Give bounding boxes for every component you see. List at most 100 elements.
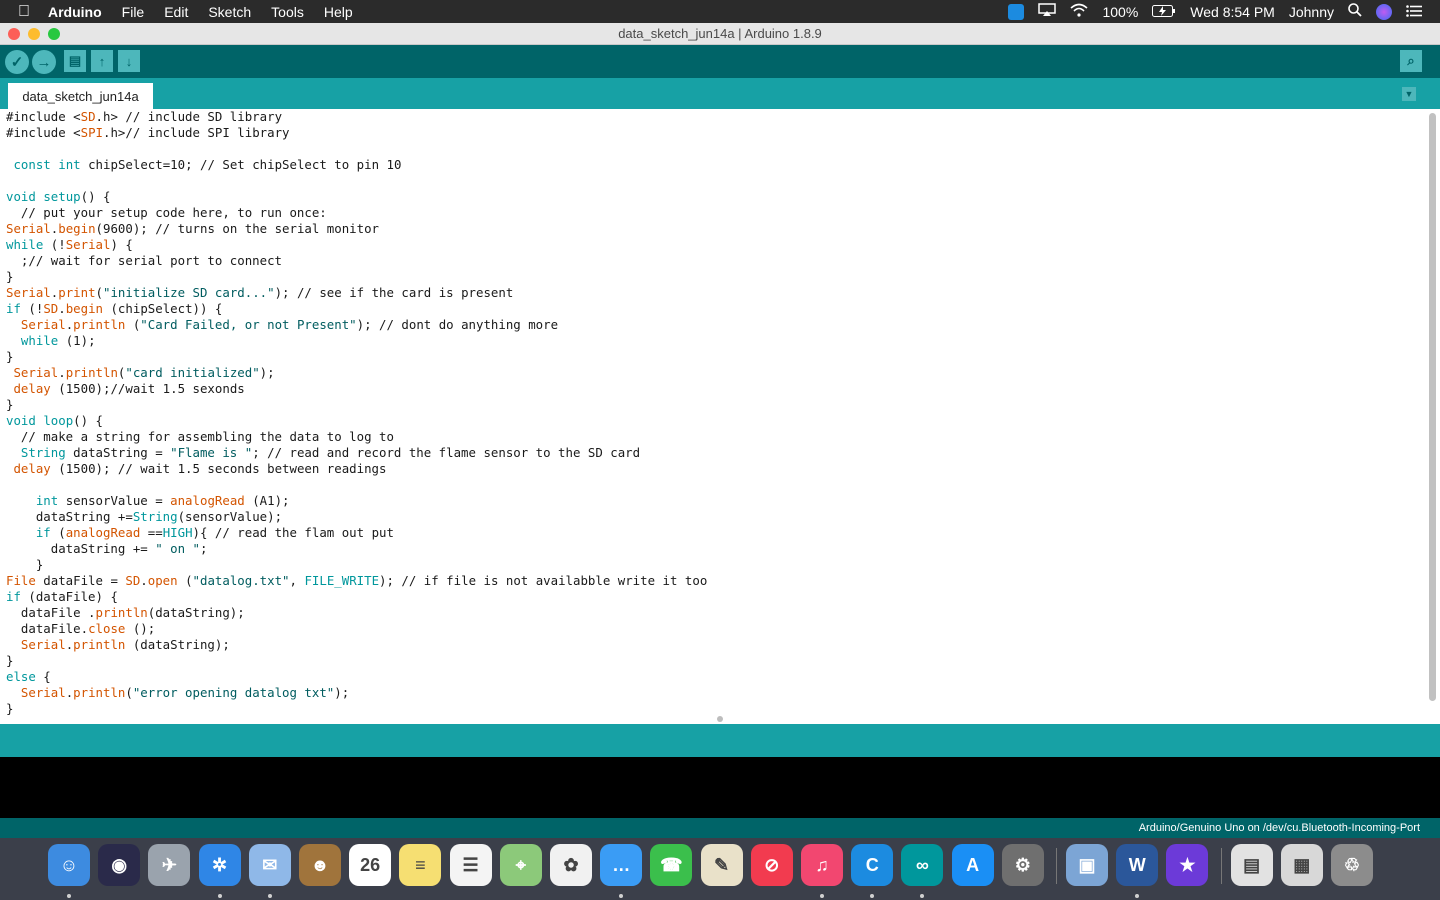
code-line[interactable]: delay (1500); // wait 1.5 seconds betwee…: [6, 461, 707, 477]
launchpad-icon[interactable]: ✈: [148, 844, 191, 886]
code-line[interactable]: else {: [6, 669, 707, 685]
code-line[interactable]: #include <SD.h> // include SD library: [6, 109, 707, 125]
code-line[interactable]: delay (1500);//wait 1.5 sexonds: [6, 381, 707, 397]
code-token: () {: [80, 189, 111, 204]
notification-center-icon[interactable]: [1406, 4, 1422, 20]
apple-menu-icon[interactable]: : [18, 3, 30, 21]
code-line[interactable]: // put your setup code here, to run once…: [6, 205, 707, 221]
code-line[interactable]: // make a string for assembling the data…: [6, 429, 707, 445]
textedit-icon[interactable]: ✎: [700, 844, 743, 886]
code-line[interactable]: }: [6, 349, 707, 365]
code-line[interactable]: Serial.println("error opening datalog tx…: [6, 685, 707, 701]
tab-data-sketch[interactable]: data_sketch_jun14a: [8, 83, 153, 109]
code-line[interactable]: #include <SPI.h>// include SPI library: [6, 125, 707, 141]
code-text[interactable]: #include <SD.h> // include SD library #in…: [6, 109, 707, 717]
code-line[interactable]: int sensorValue = analogRead (A1);: [6, 493, 707, 509]
downloads-stack-icon[interactable]: ▤: [1230, 844, 1273, 886]
finder-icon[interactable]: ☺: [48, 844, 90, 886]
code-line[interactable]: }: [6, 653, 707, 669]
code-line[interactable]: dataFile.close ();: [6, 621, 707, 637]
code-editor[interactable]: #include <SD.h> // include SD library #in…: [0, 109, 1440, 724]
save-sketch-button[interactable]: ↓: [118, 50, 140, 72]
contacts-icon[interactable]: ☻: [299, 844, 341, 886]
clock[interactable]: Wed 8:54 PM: [1190, 4, 1275, 20]
code-line[interactable]: }: [6, 557, 707, 573]
app-menu-arduino[interactable]: Arduino: [48, 4, 102, 20]
code-line[interactable]: [6, 477, 707, 493]
code-line[interactable]: File dataFile = SD.open ("datalog.txt", …: [6, 573, 707, 589]
code-line[interactable]: ;// wait for serial port to connect: [6, 253, 707, 269]
code-line[interactable]: Serial.begin(9600); // turns on the seri…: [6, 221, 707, 237]
cisco-webex-icon[interactable]: C: [851, 844, 894, 886]
code-line[interactable]: }: [6, 397, 707, 413]
editor-scrollbar[interactable]: [1429, 113, 1436, 701]
code-line[interactable]: String dataString = "Flame is "; // read…: [6, 445, 707, 461]
arduino-icon[interactable]: ∞: [901, 844, 944, 886]
output-console[interactable]: [0, 757, 1440, 818]
battery-icon[interactable]: [1152, 4, 1176, 20]
code-line[interactable]: [6, 141, 707, 157]
user-name[interactable]: Johnny: [1289, 4, 1334, 20]
music-icon[interactable]: ♫: [801, 844, 843, 886]
window-title-bar[interactable]: data_sketch_jun14a | Arduino 1.8.9: [0, 23, 1440, 45]
menu-sketch[interactable]: Sketch: [208, 4, 251, 20]
code-line[interactable]: void loop() {: [6, 413, 707, 429]
spotlight-search-icon[interactable]: [1348, 3, 1362, 20]
code-line[interactable]: dataString += " on ";: [6, 541, 707, 557]
code-line[interactable]: while (1);: [6, 333, 707, 349]
calendar-icon[interactable]: 26: [349, 844, 392, 886]
preview-icon[interactable]: ▣: [1066, 844, 1108, 886]
reminders-icon[interactable]: ☰: [449, 844, 492, 886]
code-line[interactable]: Serial.print("initialize SD card..."); /…: [6, 285, 707, 301]
menu-tools[interactable]: Tools: [271, 4, 304, 20]
system-preferences-icon[interactable]: ⚙: [1001, 844, 1044, 886]
code-line[interactable]: }: [6, 269, 707, 285]
divider-handle[interactable]: [717, 716, 723, 722]
code-line[interactable]: }: [6, 701, 707, 717]
messages-icon[interactable]: …: [600, 844, 643, 886]
menu-file[interactable]: File: [122, 4, 145, 20]
code-token: delay: [13, 461, 51, 476]
code-line[interactable]: if (analogRead ==HIGH){ // read the flam…: [6, 525, 707, 541]
photos-icon[interactable]: ✿: [550, 844, 592, 886]
code-line[interactable]: while (!Serial) {: [6, 237, 707, 253]
app-store-icon[interactable]: A: [951, 844, 994, 886]
webex-status-icon[interactable]: [1008, 3, 1025, 20]
code-token: ==: [140, 525, 163, 540]
code-line[interactable]: dataString +=String(sensorValue);: [6, 509, 707, 525]
menu-help[interactable]: Help: [324, 4, 353, 20]
code-line[interactable]: if (dataFile) {: [6, 589, 707, 605]
code-token: Serial: [6, 285, 51, 300]
code-line[interactable]: if (!SD.begin (chipSelect)) {: [6, 301, 707, 317]
upload-button[interactable]: →: [32, 50, 56, 74]
new-sketch-button[interactable]: ▤: [64, 50, 86, 72]
airplay-icon[interactable]: [1038, 3, 1057, 20]
notes-icon[interactable]: ≡: [399, 844, 442, 886]
siri-menu-icon[interactable]: [1376, 3, 1392, 20]
menu-edit[interactable]: Edit: [164, 4, 188, 20]
editor-console-divider[interactable]: [0, 724, 1440, 757]
documents-stack-icon[interactable]: ▦: [1280, 844, 1323, 886]
siri-icon[interactable]: ◉: [98, 844, 141, 886]
serial-monitor-button[interactable]: ⌕: [1400, 50, 1422, 72]
code-line[interactable]: const int chipSelect=10; // Set chipSele…: [6, 157, 707, 173]
safari-icon[interactable]: ✲: [198, 844, 241, 886]
maps-icon[interactable]: ⌖: [499, 844, 542, 886]
word-icon[interactable]: W: [1116, 844, 1159, 886]
code-line[interactable]: Serial.println (dataString);: [6, 637, 707, 653]
code-line[interactable]: void setup() {: [6, 189, 707, 205]
imovie-icon[interactable]: ★: [1166, 844, 1209, 886]
verify-button[interactable]: ✓: [5, 50, 29, 74]
code-line[interactable]: Serial.println ("Card Failed, or not Pre…: [6, 317, 707, 333]
facetime-icon[interactable]: ☎: [650, 844, 693, 886]
news-icon[interactable]: ⊘: [750, 844, 793, 886]
open-sketch-button[interactable]: ↑: [91, 50, 113, 72]
code-line[interactable]: [6, 173, 707, 189]
tab-menu-icon[interactable]: ▼: [1402, 87, 1416, 101]
code-token: begin: [65, 301, 104, 316]
trash-icon[interactable]: ♲: [1331, 844, 1373, 886]
code-line[interactable]: dataFile .println(dataString);: [6, 605, 707, 621]
wifi-icon[interactable]: [1070, 3, 1088, 20]
mail-icon[interactable]: ✉: [248, 844, 291, 886]
code-line[interactable]: Serial.println("card initialized");: [6, 365, 707, 381]
